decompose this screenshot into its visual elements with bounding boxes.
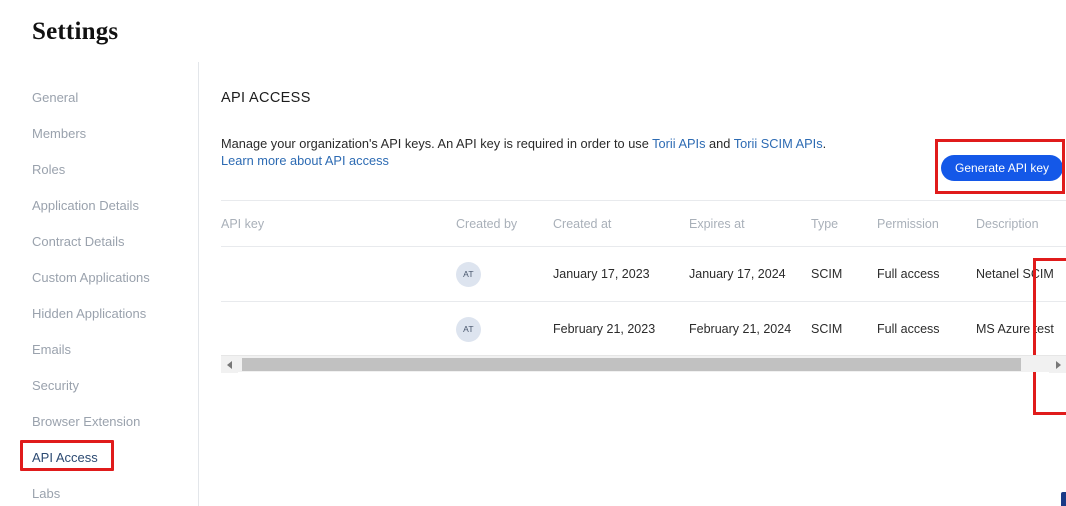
cell-description: Netanel SCIM bbox=[976, 247, 1066, 302]
cell-expires-at: February 21, 2024 bbox=[689, 302, 811, 357]
sidebar-item-custom-applications[interactable]: Custom Applications bbox=[32, 270, 150, 286]
cell-api-key bbox=[221, 247, 456, 302]
sidebar-item-browser-extension[interactable]: Browser Extension bbox=[32, 414, 140, 430]
scroll-left-arrow-icon[interactable] bbox=[221, 356, 238, 373]
sidebar-item-security[interactable]: Security bbox=[32, 378, 79, 394]
cell-permission: Full access bbox=[877, 247, 976, 302]
sidebar-item-members[interactable]: Members bbox=[32, 126, 86, 142]
section-title: API ACCESS bbox=[221, 89, 311, 107]
sidebar-item-general[interactable]: General bbox=[32, 90, 78, 106]
settings-page: Settings General Members Roles Application … bbox=[0, 0, 1066, 506]
avatar[interactable]: AT bbox=[456, 262, 481, 287]
cell-api-key bbox=[221, 302, 456, 357]
section-description: Manage your organization's API keys. An … bbox=[221, 135, 921, 170]
settings-sidebar: General Members Roles Application Details Co… bbox=[0, 62, 198, 506]
table-header-created-at[interactable]: Created at bbox=[553, 201, 689, 247]
avatar[interactable]: AT bbox=[456, 317, 481, 342]
torii-apis-link[interactable]: Torii APIs bbox=[652, 136, 705, 151]
table-row[interactable]: AT January 17, 2023January 17, 2024SCIMFu… bbox=[221, 247, 1066, 302]
table-header-created-by[interactable]: Created by bbox=[456, 201, 553, 247]
sidebar-item-hidden-applications[interactable]: Hidden Applications bbox=[32, 306, 146, 322]
table-header-api-key[interactable]: API key bbox=[221, 201, 456, 247]
generate-api-key-button[interactable]: Generate API key bbox=[941, 155, 1063, 181]
cell-created-by: AT bbox=[456, 247, 553, 302]
sidebar-item-application-details[interactable]: Application Details bbox=[32, 198, 139, 214]
corner-widget[interactable] bbox=[1061, 492, 1066, 506]
sidebar-item-api-access[interactable]: API Access bbox=[32, 450, 98, 466]
sidebar-item-roles[interactable]: Roles bbox=[32, 162, 65, 178]
cell-description: MS Azure test bbox=[976, 302, 1066, 357]
table-header-permission[interactable]: Permission bbox=[877, 201, 976, 247]
table-body: AT January 17, 2023January 17, 2024SCIMFu… bbox=[221, 247, 1066, 357]
cell-type: SCIM bbox=[811, 302, 877, 357]
cell-type: SCIM bbox=[811, 247, 877, 302]
page-title: Settings bbox=[32, 16, 118, 48]
description-text-2: and bbox=[706, 136, 734, 151]
sidebar-item-contract-details[interactable]: Contract Details bbox=[32, 234, 124, 250]
learn-more-api-access-link[interactable]: Learn more about API access bbox=[221, 153, 389, 168]
table-header: API keyCreated byCreated atExpires atTyp… bbox=[221, 201, 1066, 247]
sidebar-item-emails[interactable]: Emails bbox=[32, 342, 71, 358]
description-text-3: . bbox=[823, 136, 827, 151]
table-horizontal-scrollbar[interactable] bbox=[221, 355, 1066, 372]
cell-expires-at: January 17, 2024 bbox=[689, 247, 811, 302]
table-header-type[interactable]: Type bbox=[811, 201, 877, 247]
api-access-panel: API ACCESS Manage your organization's AP… bbox=[221, 62, 1066, 506]
torii-scim-apis-link[interactable]: Torii SCIM APIs bbox=[734, 136, 823, 151]
scrollbar-thumb[interactable] bbox=[242, 358, 1021, 371]
sidebar-divider bbox=[198, 62, 199, 506]
table-header-row: API keyCreated byCreated atExpires atTyp… bbox=[221, 201, 1066, 247]
cell-created-at: January 17, 2023 bbox=[553, 247, 689, 302]
api-keys-table: API keyCreated byCreated atExpires atTyp… bbox=[221, 200, 1066, 357]
table-header-description[interactable]: Description bbox=[976, 201, 1066, 247]
table-row[interactable]: AT February 21, 2023February 21, 2024SCIM… bbox=[221, 302, 1066, 357]
description-text-1: Manage your organization's API keys. An … bbox=[221, 136, 652, 151]
scroll-right-arrow-icon[interactable] bbox=[1049, 356, 1066, 373]
sidebar-item-labs[interactable]: Labs bbox=[32, 486, 60, 502]
api-keys-table-container: API keyCreated byCreated atExpires atTyp… bbox=[221, 200, 1066, 357]
cell-created-by: AT bbox=[456, 302, 553, 357]
cell-permission: Full access bbox=[877, 302, 976, 357]
table-header-expires-at[interactable]: Expires at bbox=[689, 201, 811, 247]
cell-created-at: February 21, 2023 bbox=[553, 302, 689, 357]
